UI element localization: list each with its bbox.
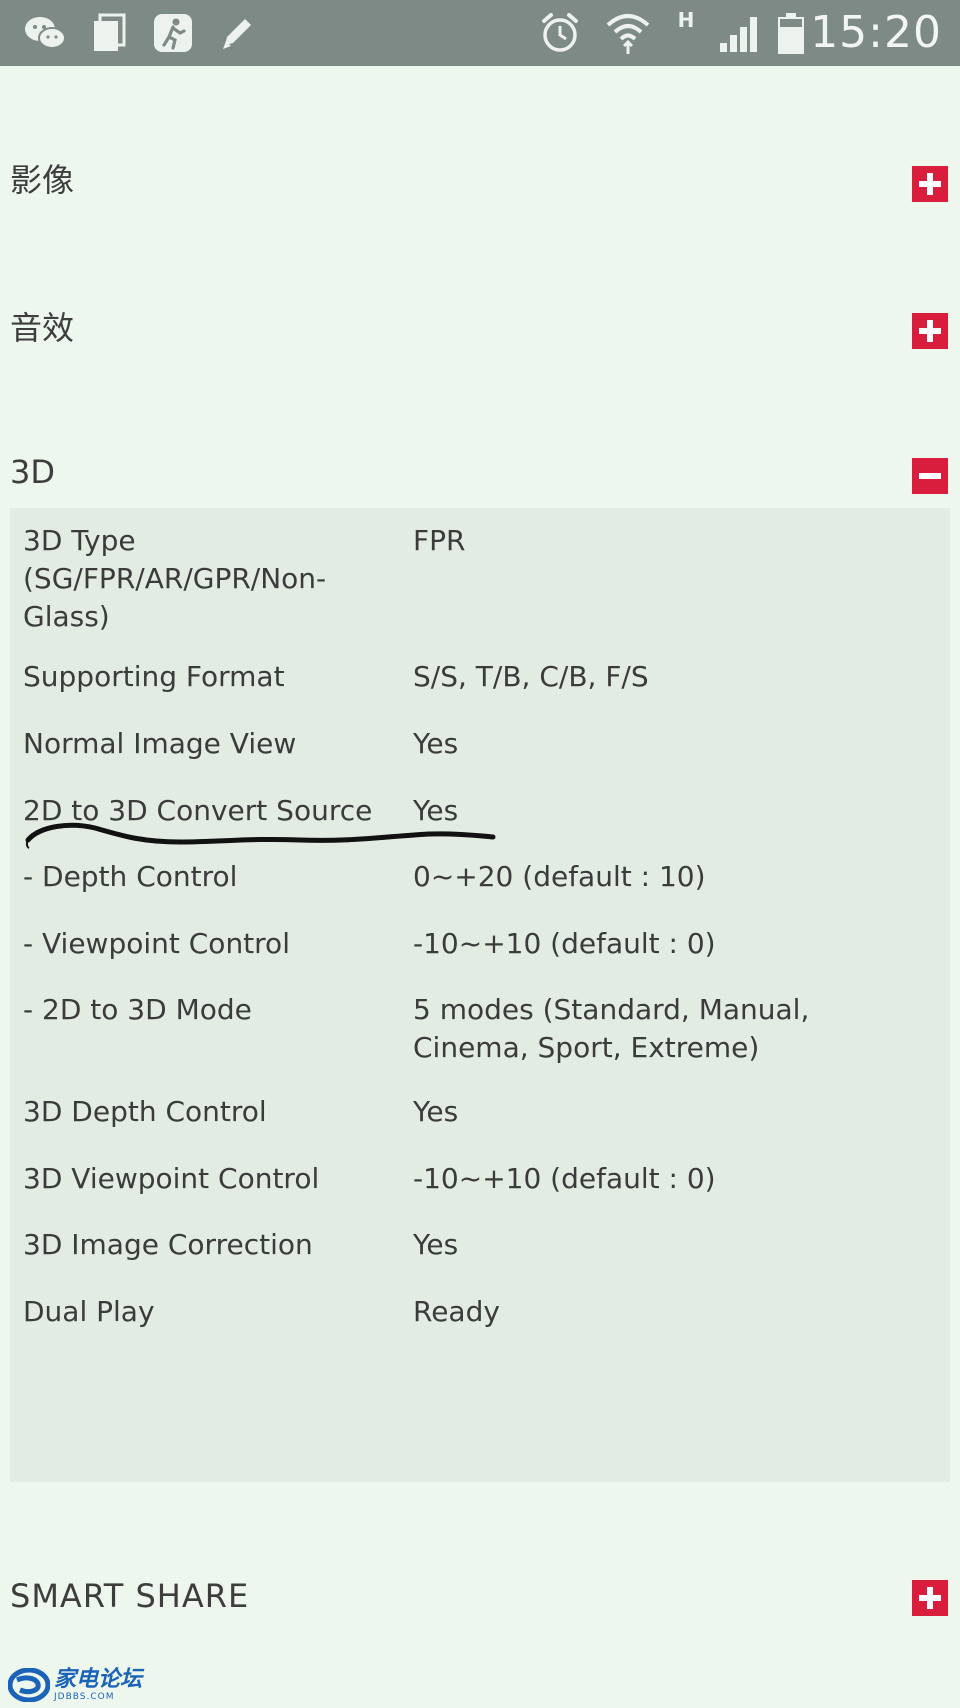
spec-label: 3D Depth Control bbox=[23, 1095, 267, 1128]
plus-icon-vertical bbox=[927, 320, 933, 342]
spec-value: Yes bbox=[413, 1095, 459, 1128]
section-title: 影像 bbox=[10, 161, 75, 199]
spec-table-3d: 3D Type (SG/FPR/AR/GPR/Non-Glass) FPR Su… bbox=[10, 508, 950, 1482]
spec-label: 3D Viewpoint Control bbox=[23, 1162, 320, 1195]
battery-icon bbox=[776, 12, 806, 54]
spec-label: Dual Play bbox=[23, 1295, 155, 1328]
spec-label: - Depth Control bbox=[23, 860, 238, 893]
clock-time: 15:20 bbox=[810, 7, 942, 58]
section-title: SMART SHARE bbox=[10, 1577, 250, 1615]
expand-button[interactable] bbox=[912, 166, 948, 202]
documents-icon bbox=[90, 12, 128, 54]
spec-value: Yes bbox=[413, 727, 459, 760]
network-type-label: H bbox=[677, 8, 695, 32]
spec-label: - 2D to 3D Mode bbox=[23, 993, 252, 1026]
spec-label: - Viewpoint Control bbox=[23, 927, 290, 960]
watermark-name: 家电论坛 bbox=[54, 1667, 143, 1692]
spec-value: -10~+10 (default : 0) bbox=[413, 1162, 716, 1195]
section-title: 3D bbox=[10, 453, 55, 491]
section-title: 音效 bbox=[10, 309, 75, 347]
signal-icon bbox=[716, 12, 766, 54]
wechat-icon bbox=[22, 12, 68, 54]
section-header-3d[interactable]: 3D bbox=[0, 444, 960, 504]
running-man-icon bbox=[152, 12, 194, 54]
plus-icon-vertical bbox=[927, 1587, 933, 1609]
status-bar: H 15:20 bbox=[0, 0, 960, 66]
spec-label: 3D Type (SG/FPR/AR/GPR/Non-Glass) bbox=[23, 524, 327, 633]
section-header-smart-share[interactable]: SMART SHARE bbox=[0, 1566, 960, 1626]
spec-value: 5 modes (Standard, Manual, Cinema, Sport… bbox=[413, 993, 810, 1064]
minus-icon bbox=[919, 473, 941, 479]
expand-button[interactable] bbox=[912, 1580, 948, 1616]
spec-value: 0~+20 (default : 10) bbox=[413, 860, 706, 893]
spec-value: S/S, T/B, C/B, F/S bbox=[413, 660, 649, 693]
expand-button[interactable] bbox=[912, 313, 948, 349]
forum-watermark: 家电论坛 JDBBS.COM bbox=[8, 1666, 142, 1704]
section-header-audio[interactable]: 音效 bbox=[0, 300, 960, 360]
spec-label: 3D Image Correction bbox=[23, 1228, 313, 1261]
spec-label: Supporting Format bbox=[23, 660, 285, 693]
watermark-domain: JDBBS.COM bbox=[54, 1692, 115, 1702]
spec-value: Ready bbox=[413, 1295, 500, 1328]
plus-icon-vertical bbox=[927, 173, 933, 195]
spec-label: Normal Image View bbox=[23, 727, 297, 760]
wifi-icon bbox=[604, 12, 652, 54]
spec-value: Yes bbox=[413, 1228, 459, 1261]
section-header-image[interactable]: 影像 bbox=[0, 152, 960, 212]
collapse-button[interactable] bbox=[912, 458, 948, 494]
spec-value: FPR bbox=[413, 524, 466, 557]
alarm-clock-icon bbox=[538, 12, 582, 54]
forum-logo-icon bbox=[8, 1668, 50, 1702]
spec-value: Yes bbox=[413, 794, 459, 827]
spec-label: 2D to 3D Convert Source bbox=[23, 794, 373, 827]
pencil-icon bbox=[216, 12, 258, 54]
spec-value: -10~+10 (default : 0) bbox=[413, 927, 716, 960]
watermark-text: 家电论坛 JDBBS.COM bbox=[54, 1667, 143, 1703]
